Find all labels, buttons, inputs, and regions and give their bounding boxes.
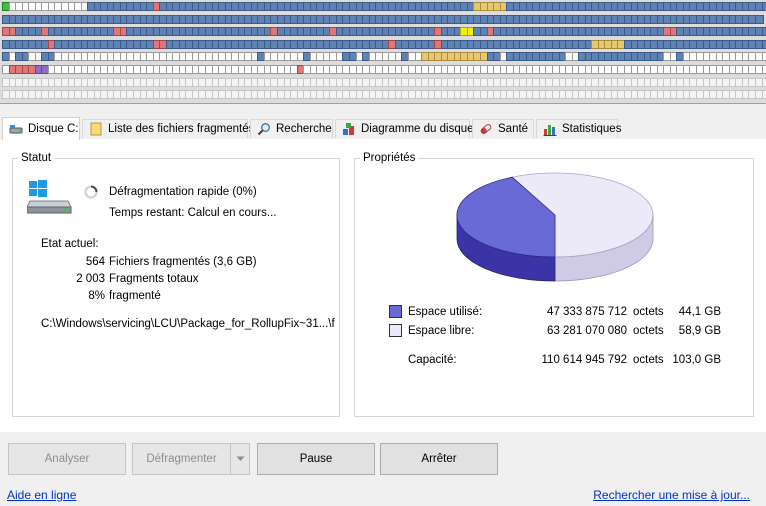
used-space-bytes: 47 333 875 712: [547, 306, 627, 318]
used-space-size: 44,1 GB: [678, 306, 721, 318]
cluster-block: [761, 39, 766, 49]
analyze-button[interactable]: Analyser: [8, 443, 126, 475]
cluster-block: [761, 65, 766, 74]
tab-label: Santé: [498, 123, 529, 135]
cluster-block: [754, 14, 764, 24]
free-space-unit: octets: [633, 325, 664, 337]
tab-statistics[interactable]: Statistiques: [536, 119, 622, 138]
stop-button[interactable]: Arrêter: [380, 443, 498, 475]
check-updates-link[interactable]: Rechercher une mise à jour...: [593, 488, 750, 502]
cluster-block: [761, 90, 766, 100]
search-icon: [257, 122, 271, 136]
tab-disk-diagram[interactable]: Diagramme du disque: [335, 119, 474, 138]
disk-cluster-map[interactable]: [0, 0, 766, 104]
tab-label: Diagramme du disque: [361, 123, 474, 135]
free-space-bytes: 63 281 070 080: [547, 325, 627, 337]
properties-group-title: Propriétés: [360, 151, 419, 166]
defragment-options-dropdown[interactable]: [230, 443, 250, 475]
fragmented-percent-label: fragmenté: [109, 290, 161, 302]
free-space-size: 58,9 GB: [678, 325, 721, 337]
fragmented-percent: 8%: [88, 290, 105, 302]
used-space-label: Espace utilisé:: [408, 306, 483, 318]
pause-button[interactable]: Pause: [257, 443, 375, 475]
operation-status: Défragmentation rapide (0%): [109, 186, 257, 198]
used-space-unit: octets: [633, 306, 664, 318]
status-group-title: Statut: [18, 151, 55, 166]
free-space-swatch: [389, 324, 402, 337]
tab-search[interactable]: Recherche: [250, 119, 333, 138]
progress-spinner-icon: [83, 184, 99, 204]
used-space-swatch: [389, 305, 402, 318]
disk-diagram-icon: [342, 122, 356, 136]
total-fragments-count: 2 003: [76, 273, 105, 285]
fragmented-files-label: Fichiers fragmentés (3,6 GB): [109, 256, 257, 268]
properties-group: Propriétés Espace utilisé: 47 333 875 71…: [354, 151, 754, 417]
tab-label: Liste des fichiers fragmentés: [108, 123, 255, 135]
health-pill-icon: [479, 122, 493, 136]
tab-health[interactable]: Santé: [472, 119, 534, 138]
file-list-icon: [89, 122, 103, 136]
action-bar: Analyser Défragmenter Pause Arrêter Aide…: [0, 432, 766, 506]
windows-drive-icon: [26, 179, 73, 219]
tab-label: Recherche: [276, 123, 332, 135]
tab-bar: Disque C: Liste des fichiers fragmentés …: [0, 117, 766, 140]
capacity-unit: octets: [633, 354, 664, 366]
fragmented-files-count: 564: [85, 256, 105, 268]
current-state-label: Etat actuel:: [41, 238, 99, 250]
cluster-block: [761, 52, 766, 62]
disk-usage-pie-chart: [456, 172, 654, 282]
tab-label: Disque C:: [28, 123, 79, 135]
capacity-bytes: 110 614 945 792: [541, 354, 627, 366]
free-space-label: Espace libre:: [408, 325, 475, 337]
drive-icon: [9, 122, 23, 136]
statistics-chart-icon: [543, 122, 557, 136]
defragment-button[interactable]: Défragmenter: [132, 443, 230, 475]
capacity-size: 103,0 GB: [672, 354, 721, 366]
status-group: Statut Défragmentation rapide (0%) Temps…: [12, 151, 340, 417]
tab-content-disk-c: Statut Défragmentation rapide (0%) Temps…: [0, 139, 766, 432]
chevron-down-icon: [236, 453, 245, 465]
current-file-path: C:\Windows\servicing\LCU\Package_for_Rol…: [41, 318, 335, 330]
online-help-link[interactable]: Aide en ligne: [7, 488, 76, 502]
capacity-label: Capacité:: [408, 354, 457, 366]
total-fragments-label: Fragments totaux: [109, 273, 199, 285]
cluster-block: [761, 27, 766, 37]
time-remaining: Temps restant: Calcul en cours...: [109, 207, 277, 219]
cluster-block: [761, 2, 766, 11]
tab-label: Statistiques: [562, 123, 622, 135]
cluster-block: [761, 77, 766, 87]
tab-fragmented-files-list[interactable]: Liste des fichiers fragmentés: [82, 119, 254, 138]
tab-disk-c[interactable]: Disque C:: [2, 117, 80, 140]
